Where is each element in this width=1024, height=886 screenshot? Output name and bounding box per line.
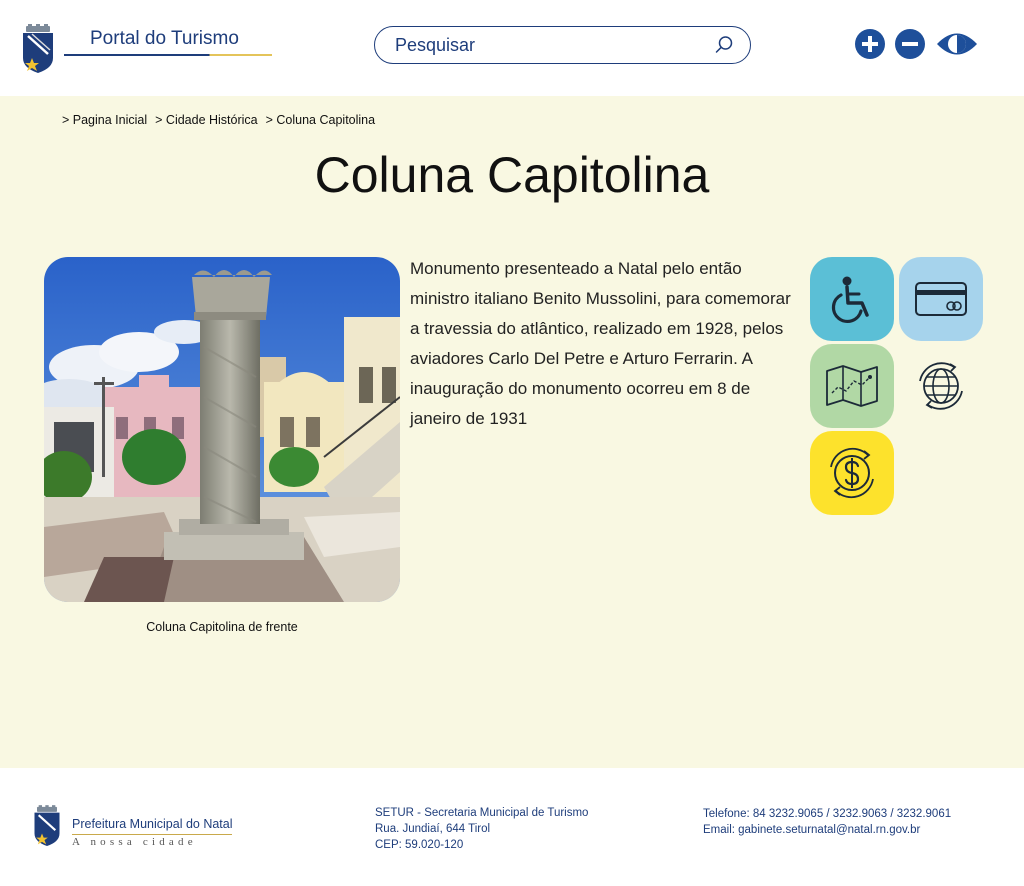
breadcrumb: > Pagina Inicial > Cidade Histórica > Co… — [62, 113, 375, 127]
monument-photo[interactable] — [44, 257, 400, 602]
map-feature-tile[interactable] — [810, 344, 894, 428]
footer-address: SETUR - Secretaria Municipal de Turismo … — [375, 805, 588, 853]
email-address[interactable]: Email: gabinete.seturnatal@natal.rn.gov.… — [703, 822, 951, 838]
breadcrumb-historic-city-link[interactable]: > Cidade Histórica — [155, 113, 257, 127]
site-header: Portal do Turismo — [0, 0, 1024, 96]
globe-icon — [919, 362, 963, 410]
secretariat-name: SETUR - Secretaria Municipal de Turismo — [375, 807, 589, 819]
languages-feature-tile[interactable] — [899, 344, 983, 428]
plus-circle-icon — [855, 29, 885, 59]
city-hall-logo[interactable]: Prefeitura Municipal do Natal A nossa ci… — [32, 804, 242, 854]
phone-numbers: Telefone: 84 3232.9065 / 3232.9063 / 323… — [703, 808, 952, 820]
postal-code: CEP: 59.020-120 — [375, 839, 464, 851]
monument-description: Monumento presenteado a Natal pelo então… — [410, 259, 791, 428]
city-slogan: A nossa cidade — [72, 836, 197, 848]
street-address: Rua. Jundiaí, 644 Tirol — [375, 823, 491, 835]
search-icon[interactable] — [714, 35, 734, 55]
city-hall-name: Prefeitura Municipal do Natal — [72, 817, 233, 831]
city-crest-icon — [23, 24, 53, 73]
search-box — [374, 26, 751, 64]
decrease-font-button[interactable] — [895, 29, 925, 59]
portal-title: Portal do Turismo — [90, 28, 239, 49]
city-crest-icon — [34, 805, 60, 846]
breadcrumb-current-page[interactable]: > Coluna Capitolina — [266, 113, 375, 127]
currency-exchange-feature-tile[interactable] — [810, 431, 894, 515]
accessibility-feature-tile[interactable] — [810, 257, 894, 341]
footer-contact: Telefone: 84 3232.9065 / 3232.9063 / 323… — [703, 806, 951, 838]
high-contrast-button[interactable] — [936, 29, 978, 59]
eye-contrast-icon — [937, 33, 977, 55]
page-title: Coluna Capitolina — [314, 147, 710, 203]
minus-circle-icon — [895, 29, 925, 59]
footer-logo-divider — [72, 834, 232, 835]
map-icon — [826, 365, 878, 407]
portal-logo[interactable]: Portal do Turismo — [20, 24, 275, 76]
photo-caption: Coluna Capitolina de frente — [146, 620, 298, 634]
main-content: > Pagina Inicial > Cidade Histórica > Co… — [0, 96, 1024, 768]
breadcrumb-home-link[interactable]: > Pagina Inicial — [62, 113, 147, 127]
increase-font-button[interactable] — [855, 29, 885, 59]
money-exchange-icon — [830, 447, 874, 499]
card-payment-feature-tile[interactable] — [899, 257, 983, 341]
logo-underline — [64, 54, 272, 56]
search-input[interactable] — [395, 34, 695, 56]
site-footer: Prefeitura Municipal do Natal A nossa ci… — [0, 768, 1024, 886]
wheelchair-icon — [831, 276, 869, 324]
credit-card-icon — [915, 282, 967, 316]
